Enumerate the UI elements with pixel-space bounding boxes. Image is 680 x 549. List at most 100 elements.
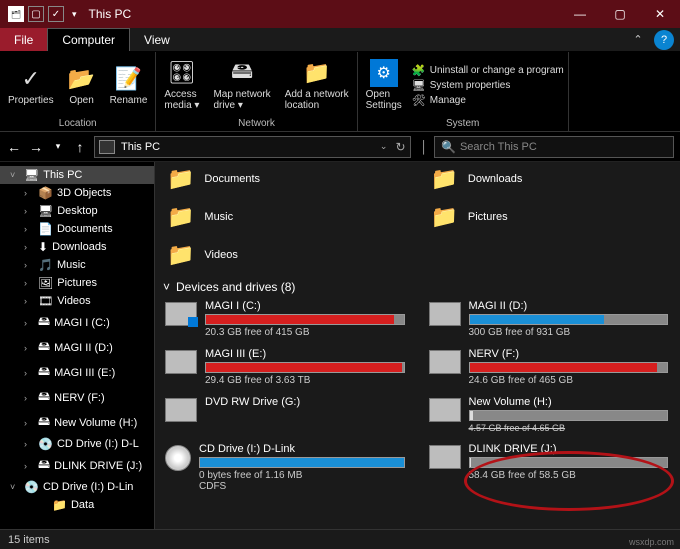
address-chevron-icon[interactable]: ⌄ <box>380 141 388 152</box>
folder-item[interactable]: 📁Videos <box>163 238 407 272</box>
open-settings-button[interactable]: ⚙Open Settings <box>362 54 406 116</box>
add-location-icon: 📁 <box>303 59 331 87</box>
tree-item[interactable]: ›🖴MAGI I (C:) <box>0 310 154 335</box>
tree-label: MAGI II (D:) <box>54 342 113 354</box>
expand-icon[interactable]: › <box>24 368 34 378</box>
access-media-button[interactable]: 🎛Access media ▾ <box>160 54 203 116</box>
recent-dropdown-icon[interactable]: ▾ <box>50 141 66 152</box>
tree-icon: 🖴 <box>38 362 50 383</box>
drive-usage-bar <box>199 457 405 468</box>
drive-usage-bar <box>469 410 669 421</box>
devices-section-header[interactable]: ˅ Devices and drives (8) <box>163 280 680 294</box>
search-box[interactable]: 🔍 Search This PC <box>434 136 674 158</box>
tree-item[interactable]: ›🎞Videos <box>0 292 154 310</box>
expand-icon[interactable]: › <box>24 278 34 288</box>
tree-item[interactable]: ›🖴MAGI II (D:) <box>0 335 154 360</box>
tree-icon: 💿 <box>38 437 53 451</box>
minimize-button[interactable]: — <box>560 0 600 28</box>
tree-item[interactable]: ›🖴DLINK DRIVE (J:) <box>0 453 154 478</box>
expand-icon[interactable]: › <box>24 343 34 353</box>
tree-item[interactable]: ›⬇Downloads <box>0 238 154 256</box>
qat-icon-2[interactable]: ✓ <box>48 6 64 22</box>
tree-item[interactable]: ›💿CD Drive (I:) D-L <box>0 435 154 453</box>
forward-button[interactable]: → <box>28 139 44 155</box>
expand-icon[interactable]: › <box>24 418 34 428</box>
expand-icon[interactable]: › <box>24 260 34 270</box>
tree-icon: 📁 <box>52 498 67 512</box>
tree-icon: 🎵 <box>38 258 53 272</box>
tree-icon: 🎞 <box>38 294 53 308</box>
drive-item[interactable]: MAGI II (D:)300 GB free of 931 GB <box>427 298 671 340</box>
tree-item[interactable]: ›📄Documents <box>0 220 154 238</box>
properties-button[interactable]: ✓Properties <box>4 54 58 116</box>
tree-item[interactable]: ˅🖥This PC <box>0 166 154 184</box>
drive-icon <box>429 398 461 422</box>
drive-item[interactable]: New Volume (H:)4.57 GB free of 4.65 GB <box>427 394 671 435</box>
expand-icon[interactable]: › <box>24 242 34 252</box>
map-drive-button[interactable]: 🖴Map network drive ▾ <box>209 54 274 116</box>
expand-icon[interactable]: › <box>24 188 34 198</box>
back-button[interactable]: ← <box>6 139 22 155</box>
tree-item[interactable]: ›🖴MAGI III (E:) <box>0 360 154 385</box>
navigation-tree[interactable]: ˅🖥This PC›📦3D Objects›🖥Desktop›📄Document… <box>0 162 155 529</box>
folder-item[interactable]: 📁Downloads <box>427 162 671 196</box>
help-button[interactable]: ? <box>654 30 674 50</box>
drive-item[interactable]: MAGI I (C:)20.3 GB free of 415 GB <box>163 298 407 340</box>
tree-item[interactable]: ›🎵Music <box>0 256 154 274</box>
drive-item[interactable]: NERV (F:)24.6 GB free of 465 GB <box>427 346 671 388</box>
maximize-button[interactable]: ▢ <box>600 0 640 28</box>
tree-item[interactable]: ›🖴NERV (F:) <box>0 385 154 410</box>
address-bar[interactable]: This PC ⌄ ↻ <box>94 136 411 158</box>
computer-tab[interactable]: Computer <box>47 28 130 51</box>
drive-item[interactable]: MAGI III (E:)29.4 GB free of 3.63 TB <box>163 346 407 388</box>
drive-name: DVD RW Drive (G:) <box>205 396 405 408</box>
close-button[interactable]: ✕ <box>640 0 680 28</box>
folder-item[interactable]: 📁Documents <box>163 162 407 196</box>
expand-icon[interactable]: › <box>24 224 34 234</box>
drive-item[interactable]: DLINK DRIVE (J:)58.4 GB free of 58.5 GB <box>427 441 671 494</box>
folder-item[interactable]: 📁Music <box>163 200 407 234</box>
expand-icon[interactable]: › <box>24 318 34 328</box>
drive-name: MAGI III (E:) <box>205 348 405 360</box>
uninstall-program-button[interactable]: 🧩Uninstall or change a program <box>412 63 564 77</box>
tree-item[interactable]: ›🖴New Volume (H:) <box>0 410 154 435</box>
folder-item[interactable]: 📁Pictures <box>427 200 671 234</box>
qat-icon-1[interactable]: ▢ <box>28 6 44 22</box>
expand-icon[interactable]: › <box>24 461 34 471</box>
expand-icon[interactable]: ˅ <box>10 170 20 180</box>
tree-icon: 🖴 <box>38 412 50 433</box>
drive-item[interactable]: CD Drive (I:) D-Link0 bytes free of 1.16… <box>163 441 407 494</box>
tree-item[interactable]: ›🖥Desktop <box>0 202 154 220</box>
expand-icon[interactable]: › <box>24 393 34 403</box>
tree-item[interactable]: ˅💿CD Drive (I:) D-Lin <box>0 478 154 496</box>
view-tab[interactable]: View <box>130 28 184 51</box>
folder-name: Documents <box>204 173 260 185</box>
drive-name: DLINK DRIVE (J:) <box>469 443 669 455</box>
up-button[interactable]: ↑ <box>72 139 88 155</box>
tree-label: 3D Objects <box>57 187 111 199</box>
folder-name: Downloads <box>468 173 522 185</box>
drive-item[interactable]: DVD RW Drive (G:) <box>163 394 407 435</box>
window-title: This PC <box>89 7 560 21</box>
folder-icon: 📁 <box>167 204 194 230</box>
tree-label: Documents <box>57 223 113 235</box>
drive-icon <box>165 398 197 422</box>
tree-item[interactable]: 📁Data <box>0 496 154 514</box>
ribbon-collapse-icon[interactable]: ⌃ <box>628 28 648 51</box>
expand-icon[interactable]: ˅ <box>10 482 20 492</box>
expand-icon[interactable]: › <box>24 296 34 306</box>
system-properties-button[interactable]: 🖥System properties <box>412 78 564 92</box>
file-tab[interactable]: File <box>0 28 47 51</box>
tree-item[interactable]: ›🖼Pictures <box>0 274 154 292</box>
properties-icon: ✓ <box>17 65 45 93</box>
expand-icon[interactable]: › <box>24 439 34 449</box>
qat-dropdown-icon[interactable]: ▾ <box>72 9 77 20</box>
open-button[interactable]: 📂Open <box>64 54 100 116</box>
tree-item[interactable]: ›📦3D Objects <box>0 184 154 202</box>
expand-icon[interactable]: › <box>24 206 34 216</box>
ribbon-group-network: 🎛Access media ▾ 🖴Map network drive ▾ 📁Ad… <box>156 52 357 131</box>
add-location-button[interactable]: 📁Add a network location <box>281 54 353 116</box>
refresh-button[interactable]: ↻ <box>395 140 405 154</box>
rename-button[interactable]: 📝Rename <box>106 54 152 116</box>
manage-button[interactable]: 🛠Manage <box>412 93 564 107</box>
